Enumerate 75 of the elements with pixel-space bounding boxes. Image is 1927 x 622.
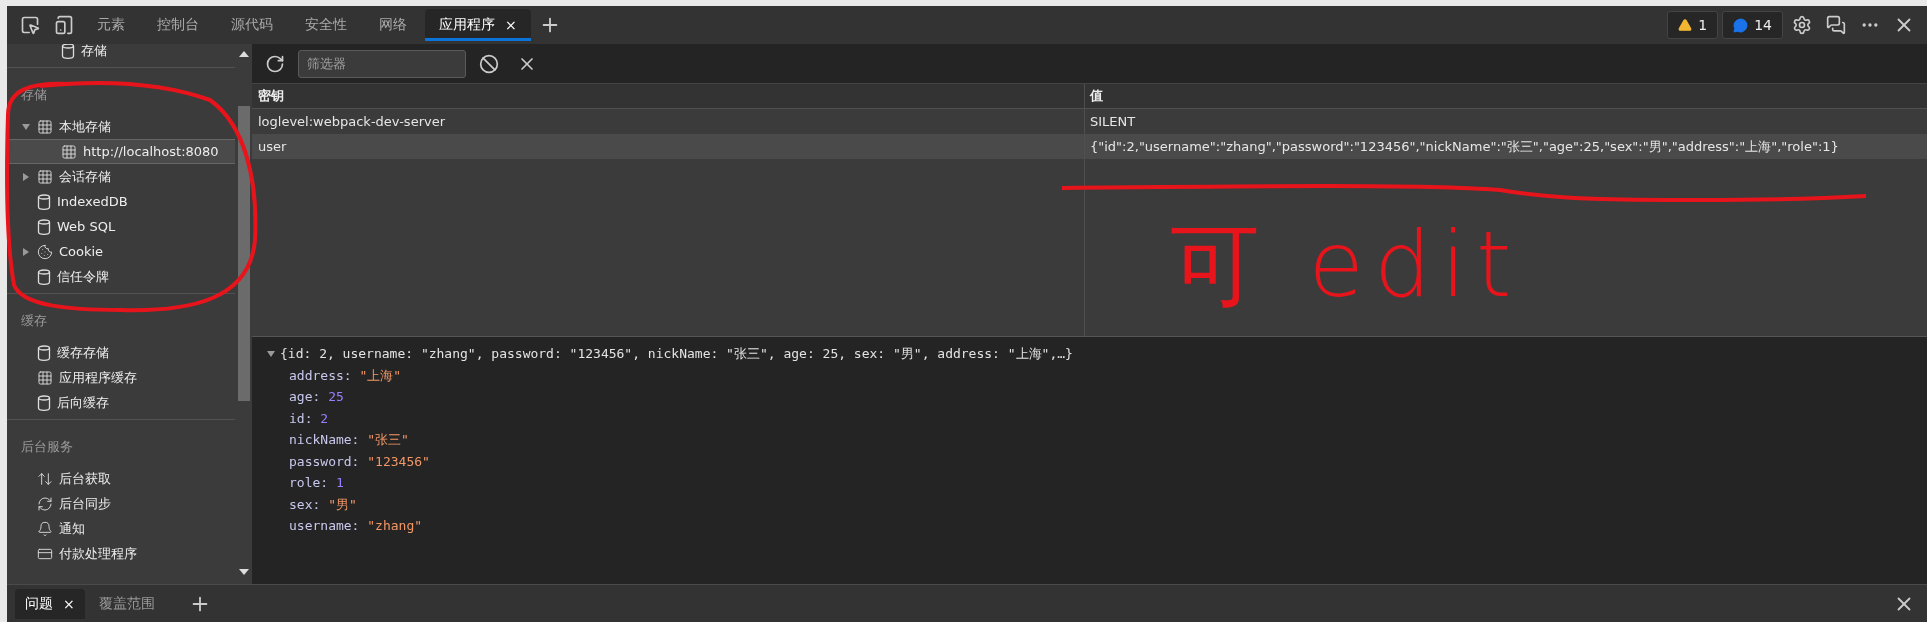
grid-icon bbox=[61, 143, 77, 160]
section-title: 缓存 bbox=[20, 312, 48, 330]
sidebar-item[interactable]: 通知 bbox=[7, 516, 235, 541]
inspect-icon[interactable] bbox=[20, 15, 40, 35]
value-cell[interactable]: SILENT bbox=[1084, 109, 1927, 134]
up-down-arrows-icon bbox=[37, 470, 53, 487]
grid-icon bbox=[37, 168, 53, 185]
filter-field[interactable]: 筛选器 bbox=[298, 49, 466, 78]
sidebar-item[interactable]: 会话存储 bbox=[7, 164, 235, 189]
sidebar-item[interactable]: 存储 bbox=[7, 44, 235, 63]
feedback-icon[interactable] bbox=[1826, 15, 1846, 35]
sidebar-item[interactable]: 本地存储 bbox=[7, 114, 235, 139]
panel-tab[interactable]: 控制台 bbox=[143, 9, 213, 41]
drawer-tab[interactable]: 覆盖范围 bbox=[88, 588, 165, 619]
warnings-badge[interactable]: 1 bbox=[1667, 11, 1719, 39]
sync-icon bbox=[37, 495, 53, 512]
expanded-arrow-icon[interactable] bbox=[267, 349, 275, 358]
key-cell[interactable]: loglevel:webpack-dev-server bbox=[252, 109, 1084, 134]
drawer-tab[interactable]: 问题 × bbox=[15, 588, 85, 619]
property-line: role: 1 bbox=[288, 474, 345, 492]
panel-tab[interactable]: 安全性 bbox=[291, 9, 361, 41]
panel-tab[interactable]: 源代码 bbox=[217, 9, 287, 41]
property-line: nickName: "张三" bbox=[288, 431, 410, 449]
sidebar-item[interactable]: 付款处理程序 bbox=[7, 541, 235, 566]
property-line: address: "上海" bbox=[288, 366, 403, 385]
section-title: 后台服务 bbox=[20, 438, 74, 456]
scroll-up-icon[interactable] bbox=[238, 50, 249, 58]
cookie-icon bbox=[37, 243, 53, 260]
bell-icon bbox=[37, 520, 53, 537]
property-line: username: "zhang" bbox=[288, 517, 424, 535]
grid-icon bbox=[37, 369, 53, 386]
warning-icon bbox=[1678, 18, 1693, 32]
settings-icon[interactable] bbox=[1792, 15, 1812, 35]
device-icon[interactable] bbox=[54, 15, 74, 35]
property-line: sex: "男" bbox=[288, 495, 358, 514]
grid-icon bbox=[37, 118, 53, 135]
clear-all-icon[interactable] bbox=[479, 53, 499, 74]
cylinder-icon bbox=[37, 193, 51, 210]
sidebar-item[interactable]: 后台同步 bbox=[7, 491, 235, 516]
message-icon bbox=[1733, 17, 1749, 33]
handwritten-note: 可 edit bbox=[1170, 211, 1522, 319]
object-summary[interactable]: {id: 2, username: "zhang", password: "123456", nickName: "张三", age: 25, sex: "男", address: "上海",…} bbox=[280, 343, 1073, 365]
sidebar-item[interactable]: 后台获取 bbox=[7, 466, 235, 491]
tab-close-button[interactable]: × bbox=[63, 595, 75, 612]
column-header[interactable]: 密钥 bbox=[252, 84, 1084, 109]
sidebar-item[interactable]: 应用程序缓存 bbox=[7, 365, 235, 390]
refresh-icon[interactable] bbox=[265, 53, 285, 74]
cylinder-icon bbox=[37, 344, 51, 361]
scrollbar-thumb[interactable] bbox=[237, 106, 250, 401]
sidebar-item[interactable]: 缓存存储 bbox=[7, 340, 235, 365]
sidebar-item[interactable]: Cookie bbox=[7, 239, 235, 264]
sidebar-item[interactable]: 信任令牌 bbox=[7, 264, 235, 289]
messages-badge[interactable]: 14 bbox=[1722, 11, 1783, 39]
scroll-down-icon[interactable] bbox=[238, 568, 249, 576]
sidebar-item[interactable]: 后向缓存 bbox=[7, 390, 235, 415]
collapsed-arrow-icon[interactable] bbox=[22, 247, 30, 256]
cylinder-icon bbox=[37, 268, 51, 285]
column-header[interactable]: 值 bbox=[1084, 84, 1927, 109]
expanded-arrow-icon[interactable] bbox=[22, 122, 30, 131]
cylinder-icon bbox=[61, 44, 75, 59]
sidebar-item[interactable]: Web SQL bbox=[7, 214, 235, 239]
sidebar-item[interactable]: IndexedDB bbox=[7, 189, 235, 214]
property-line: password: "123456" bbox=[288, 452, 431, 471]
key-cell[interactable]: user bbox=[252, 134, 1084, 159]
panel-tab[interactable]: 元素 bbox=[83, 9, 139, 41]
panel-tab[interactable]: 应用程序 × bbox=[425, 9, 531, 41]
cylinder-icon bbox=[37, 394, 51, 411]
collapsed-arrow-icon[interactable] bbox=[22, 172, 30, 181]
cylinder-icon bbox=[37, 218, 51, 235]
property-line: id: 2 bbox=[288, 409, 330, 428]
property-line: age: 25 bbox=[288, 388, 345, 406]
sidebar-item[interactable]: http://localhost:8080 bbox=[7, 139, 235, 164]
panel-tab[interactable]: 网络 bbox=[365, 9, 421, 41]
value-cell[interactable]: {"id":2,"username":"zhang","password":"123456","nickName":"张三","age":25,"sex":"男","address":"上海","role":1} bbox=[1084, 134, 1927, 159]
tab-close-button[interactable]: × bbox=[505, 17, 517, 33]
